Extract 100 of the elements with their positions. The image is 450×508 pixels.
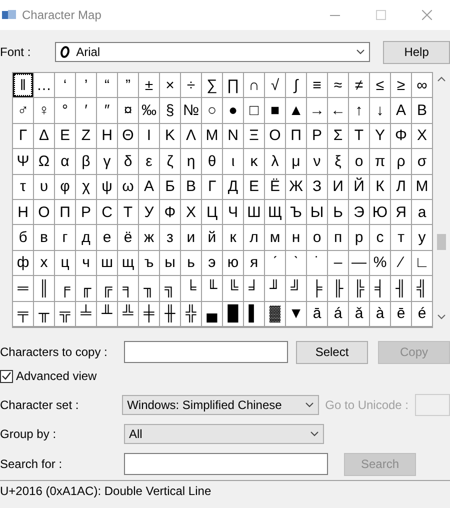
character-cell[interactable]: ˋ: [286, 250, 306, 276]
character-cell[interactable]: ╖: [139, 276, 159, 301]
character-cell[interactable]: ╥: [34, 302, 54, 326]
character-cell[interactable]: А: [139, 174, 159, 199]
character-cell[interactable]: а: [412, 200, 432, 224]
character-cell[interactable]: β: [76, 149, 96, 174]
character-cell[interactable]: ∏: [223, 73, 243, 98]
character-cell[interactable]: ╡: [370, 276, 390, 301]
character-cell[interactable]: х: [34, 250, 54, 276]
character-cell[interactable]: Η: [97, 124, 117, 148]
character-cell[interactable]: м: [265, 225, 285, 250]
character-cell[interactable]: Ы: [307, 200, 327, 224]
character-cell[interactable]: α: [55, 149, 75, 174]
character-cell[interactable]: °: [55, 98, 75, 123]
character-cell[interactable]: ♂: [13, 98, 33, 123]
character-cell[interactable]: Α: [391, 98, 411, 123]
character-cell[interactable]: τ: [13, 174, 33, 199]
character-cell[interactable]: ╕: [118, 276, 138, 301]
character-cell[interactable]: К: [370, 174, 390, 199]
character-cell[interactable]: ‖: [13, 73, 33, 98]
character-cell[interactable]: ′: [76, 98, 96, 123]
character-cell[interactable]: μ: [286, 149, 306, 174]
character-cell[interactable]: п: [328, 225, 348, 250]
unicode-field[interactable]: [414, 394, 450, 416]
character-cell[interactable]: ǎ: [349, 302, 369, 326]
character-cell[interactable]: ╗: [160, 276, 180, 301]
character-cell[interactable]: █: [223, 302, 243, 326]
character-cell[interactable]: Ρ: [307, 124, 327, 148]
character-cell[interactable]: л: [244, 225, 264, 250]
character-cell[interactable]: в: [34, 225, 54, 250]
character-cell[interactable]: ╘: [181, 276, 201, 301]
character-cell[interactable]: З: [307, 174, 327, 199]
character-cell[interactable]: я: [244, 250, 264, 276]
character-cell[interactable]: ∑: [202, 73, 222, 98]
character-cell[interactable]: ←: [328, 98, 348, 123]
character-cell[interactable]: ═: [13, 276, 33, 301]
character-cell[interactable]: ≤: [370, 73, 390, 98]
character-cell[interactable]: Н: [13, 200, 33, 224]
character-cell[interactable]: ╓: [76, 276, 96, 301]
character-cell[interactable]: →: [307, 98, 327, 123]
character-cell[interactable]: Д: [223, 174, 243, 199]
character-cell[interactable]: р: [349, 225, 369, 250]
character-cell[interactable]: ∟: [412, 250, 432, 276]
character-cell[interactable]: Γ: [13, 124, 33, 148]
help-button[interactable]: Help: [383, 40, 450, 64]
scroll-down-icon[interactable]: [437, 314, 446, 320]
character-cell[interactable]: о: [307, 225, 327, 250]
character-cell[interactable]: ι: [223, 149, 243, 174]
character-cell[interactable]: ●: [223, 98, 243, 123]
character-cell[interactable]: ε: [139, 149, 159, 174]
character-cell[interactable]: λ: [265, 149, 285, 174]
character-cell[interactable]: Ο: [265, 124, 285, 148]
maximize-icon[interactable]: [376, 10, 386, 20]
character-cell[interactable]: ’: [76, 73, 96, 98]
character-cell[interactable]: т: [391, 225, 411, 250]
character-cell[interactable]: ╛: [244, 276, 264, 301]
character-cell[interactable]: Л: [391, 174, 411, 199]
character-cell[interactable]: √: [265, 73, 285, 98]
character-cell[interactable]: ф: [13, 250, 33, 276]
character-cell[interactable]: ∞: [412, 73, 432, 98]
character-cell[interactable]: ч: [76, 250, 96, 276]
character-cell[interactable]: й: [202, 225, 222, 250]
character-cell[interactable]: Ξ: [244, 124, 264, 148]
character-cell[interactable]: Е: [244, 174, 264, 199]
advanced-view-checkbox[interactable]: [0, 370, 13, 382]
character-cell[interactable]: ╒: [55, 276, 75, 301]
character-cell[interactable]: ν: [307, 149, 327, 174]
character-cell[interactable]: ╩: [118, 302, 138, 326]
character-cell[interactable]: ρ: [391, 149, 411, 174]
character-cell[interactable]: Ъ: [286, 200, 306, 224]
character-cell[interactable]: κ: [244, 149, 264, 174]
character-cell[interactable]: §: [160, 98, 180, 123]
character-cell[interactable]: О: [34, 200, 54, 224]
character-cell[interactable]: Ф: [160, 200, 180, 224]
character-cell[interactable]: –: [328, 250, 348, 276]
character-cell[interactable]: Ю: [370, 200, 390, 224]
select-button[interactable]: Select: [296, 340, 368, 364]
character-cell[interactable]: И: [328, 174, 348, 199]
character-cell[interactable]: “: [97, 73, 117, 98]
character-cell[interactable]: Г: [202, 174, 222, 199]
character-cell[interactable]: Т: [118, 200, 138, 224]
character-cell[interactable]: σ: [412, 149, 432, 174]
character-cell[interactable]: γ: [97, 149, 117, 174]
character-cell[interactable]: ∕: [391, 250, 411, 276]
character-cell[interactable]: Κ: [160, 124, 180, 148]
character-cell[interactable]: Σ: [328, 124, 348, 148]
character-cell[interactable]: Ц: [202, 200, 222, 224]
character-cell[interactable]: Ψ: [13, 149, 33, 174]
character-cell[interactable]: ы: [160, 250, 180, 276]
character-cell[interactable]: Я: [391, 200, 411, 224]
character-cell[interactable]: Э: [349, 200, 369, 224]
character-cell[interactable]: ╔: [97, 276, 117, 301]
character-cell[interactable]: Υ: [370, 124, 390, 148]
character-cell[interactable]: Ё: [265, 174, 285, 199]
character-cell[interactable]: У: [139, 200, 159, 224]
character-cell[interactable]: ≈: [328, 73, 348, 98]
character-cell[interactable]: ″: [97, 98, 117, 123]
character-cell[interactable]: ξ: [328, 149, 348, 174]
character-cell[interactable]: Ν: [223, 124, 243, 148]
character-cell[interactable]: ▲: [286, 98, 306, 123]
